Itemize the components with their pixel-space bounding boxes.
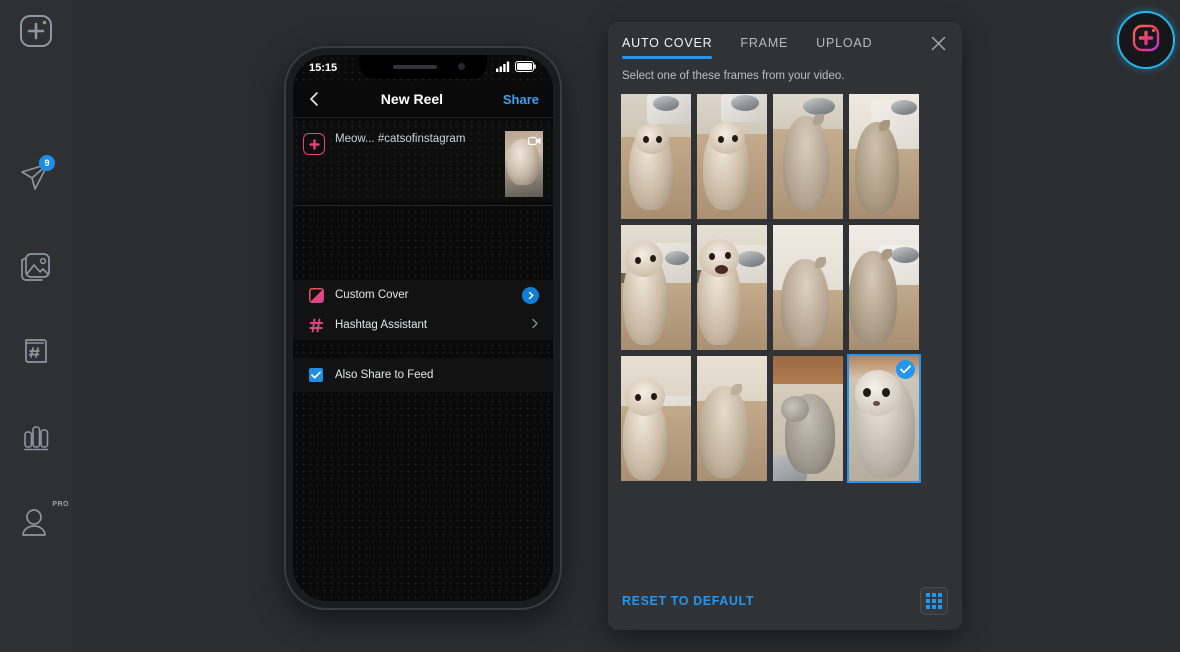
plus-square-circle-icon xyxy=(1129,21,1163,60)
frame-thumbnail[interactable] xyxy=(773,94,843,219)
pro-label: PRO xyxy=(52,501,69,508)
reset-to-default-button[interactable]: RESET TO DEFAULT xyxy=(622,594,754,608)
left-sidebar: 9 PRO xyxy=(0,0,72,652)
frame-thumbnail[interactable] xyxy=(621,94,691,219)
app-background xyxy=(0,0,1180,652)
hashtag-book-icon xyxy=(17,331,55,369)
close-icon[interactable] xyxy=(928,33,948,53)
bar-chart-icon xyxy=(17,418,55,456)
video-camera-icon xyxy=(527,133,541,146)
chevron-right-filled-icon[interactable] xyxy=(522,286,539,304)
plus-square-icon xyxy=(17,12,55,50)
panel-tabs: AUTO COVER FRAME UPLOAD xyxy=(622,34,948,68)
caption-text: Meow... #catsofinstagram xyxy=(325,131,505,145)
tab-upload[interactable]: UPLOAD xyxy=(816,34,872,59)
frame-image xyxy=(773,225,843,350)
sidebar-badge-count: 9 xyxy=(39,155,55,171)
frame-image xyxy=(697,356,767,481)
sidebar-item-account[interactable]: PRO xyxy=(0,499,72,545)
sidebar-item-create-post[interactable] xyxy=(0,8,72,54)
frame-image xyxy=(697,225,767,350)
status-time: 15:15 xyxy=(309,62,338,74)
frame-thumbnail[interactable] xyxy=(773,225,843,350)
nav-divider xyxy=(293,117,553,118)
frame-thumbnail[interactable] xyxy=(621,225,691,350)
earpiece-speaker xyxy=(393,65,437,69)
frame-image xyxy=(773,356,843,481)
sidebar-item-hashtag-manager[interactable] xyxy=(0,327,72,373)
grid-dots xyxy=(926,593,942,609)
panel-footer: RESET TO DEFAULT xyxy=(608,572,962,630)
frame-image xyxy=(621,356,691,481)
frame-thumbnail[interactable] xyxy=(697,225,767,350)
share-to-feed-checkbox[interactable] xyxy=(307,368,325,382)
page-title: New Reel xyxy=(380,91,444,107)
checkmark-icon xyxy=(309,368,323,382)
frame-image xyxy=(849,94,919,219)
frame-thumbnail[interactable] xyxy=(773,356,843,481)
sidebar-item-scheduled-send[interactable]: 9 xyxy=(0,153,72,199)
hashtag-icon xyxy=(307,318,325,333)
grid-view-icon[interactable] xyxy=(920,587,948,615)
caption-divider xyxy=(293,205,553,206)
frames-grid xyxy=(621,94,921,483)
menu-item-label: Hashtag Assistant xyxy=(335,319,428,331)
app-avatar-icon xyxy=(303,133,325,155)
share-button[interactable]: Share xyxy=(503,92,539,107)
battery-icon xyxy=(515,61,537,75)
checkbox-row-share-to-feed[interactable]: Also Share to Feed xyxy=(293,358,553,392)
selected-check-icon xyxy=(896,360,915,379)
panel-subtitle: Select one of these frames from your vid… xyxy=(622,70,845,82)
sidebar-item-media-library[interactable] xyxy=(0,241,72,287)
cellular-bars-icon xyxy=(496,61,510,75)
phone-screen: 15:15 New Reel Share Meow... #catsofinst… xyxy=(293,55,553,601)
phone-notch xyxy=(359,55,487,79)
frame-thumbnail[interactable] xyxy=(849,225,919,350)
options-menu: Custom Cover Hashtag Assistant xyxy=(293,280,553,340)
caption-hashtag: #catsofinstagram xyxy=(377,133,466,145)
frame-thumbnail[interactable] xyxy=(697,94,767,219)
frame-image xyxy=(773,94,843,219)
image-crop-icon xyxy=(307,287,325,303)
paper-plane-icon: 9 xyxy=(17,155,55,195)
frame-image xyxy=(849,225,919,350)
share-to-feed-label: Also Share to Feed xyxy=(335,369,434,381)
reel-thumbnail[interactable] xyxy=(505,131,543,197)
menu-item-label: Custom Cover xyxy=(335,289,409,301)
phone-mockup: 15:15 New Reel Share Meow... #catsofinst… xyxy=(284,46,562,610)
photos-icon xyxy=(17,245,55,283)
frame-image xyxy=(697,94,767,219)
sidebar-item-analytics[interactable] xyxy=(0,414,72,460)
tab-frame[interactable]: FRAME xyxy=(740,34,788,59)
menu-item-hashtag-assistant[interactable]: Hashtag Assistant xyxy=(293,310,553,340)
frame-thumbnail[interactable] xyxy=(621,356,691,481)
phone-nav-bar: New Reel Share xyxy=(293,81,553,117)
caption-row[interactable]: Meow... #catsofinstagram xyxy=(293,123,553,201)
frame-image xyxy=(621,225,691,350)
auto-cover-panel: AUTO COVER FRAME UPLOAD Select one of th… xyxy=(608,22,962,630)
tab-auto-cover[interactable]: AUTO COVER xyxy=(622,34,713,59)
frame-thumbnail[interactable] xyxy=(697,356,767,481)
app-logo[interactable] xyxy=(1117,11,1175,69)
menu-item-custom-cover[interactable]: Custom Cover xyxy=(293,280,553,310)
front-camera xyxy=(458,63,465,70)
frame-image xyxy=(621,94,691,219)
chevron-left-icon[interactable] xyxy=(307,91,321,107)
frame-thumbnail-selected[interactable] xyxy=(847,354,921,483)
share-to-feed-block: Also Share to Feed xyxy=(293,358,553,392)
user-icon: PRO xyxy=(17,501,69,541)
caption-plain: Meow... xyxy=(335,133,378,145)
frame-thumbnail[interactable] xyxy=(849,94,919,219)
chevron-right-icon[interactable] xyxy=(531,318,539,332)
